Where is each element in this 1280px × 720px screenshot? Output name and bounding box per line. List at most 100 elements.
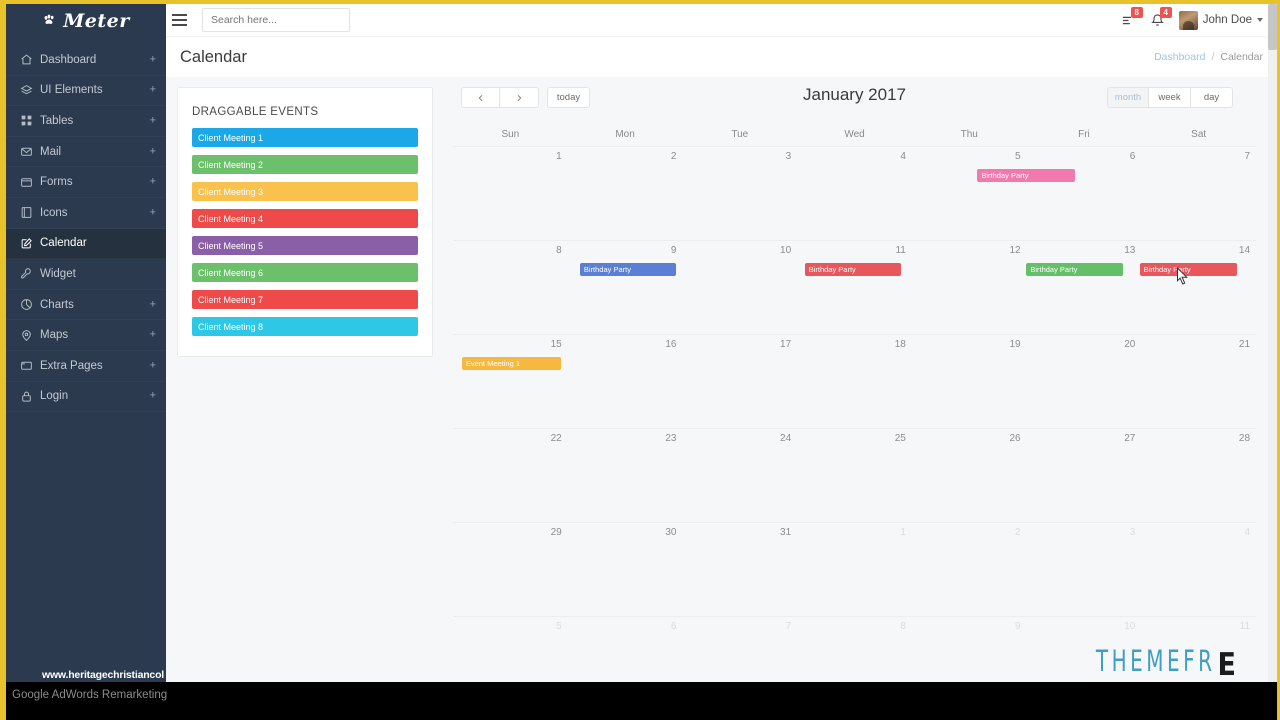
draggable-event[interactable]: Client Meeting 6 [192,263,418,282]
view-day-button[interactable]: day [1191,87,1233,108]
calendar-day-cell[interactable]: 17 [682,335,797,428]
expand-icon[interactable]: + [150,390,156,402]
sidebar-item-dashboard[interactable]: Dashboard + [6,45,166,76]
calendar-day-cell[interactable]: 7 [1141,147,1256,240]
user-menu[interactable]: John Doe [1178,10,1263,30]
calendar-day-cell[interactable]: 31 [682,523,797,616]
calendar-day-cell[interactable]: 15 [453,335,568,428]
draggable-event[interactable]: Client Meeting 3 [192,182,418,201]
calendar-day-cell[interactable]: 1 [453,147,568,240]
calendar-event[interactable]: Birthday Party [977,169,1075,182]
expand-icon[interactable]: + [150,54,156,65]
calendar-week-row: 22 23 24 25 26 27 28 [453,428,1256,522]
day-number: 7 [785,621,792,632]
calendar-day-cell[interactable]: 14 [1141,241,1256,334]
scrollbar-thumb[interactable] [1268,4,1277,50]
bell-icon[interactable]: 4 [1150,6,1172,28]
sidebar-item-extra-pages[interactable]: Extra Pages + [6,351,166,382]
calendar-event[interactable]: Birthday Party [804,263,902,276]
calendar-day-cell[interactable]: 28 [1141,429,1256,522]
home-icon [20,53,40,67]
calendar-day-cell[interactable]: 21 [1141,335,1256,428]
sidebar-item-icons[interactable]: Icons + [6,198,166,229]
calendar-day-cell[interactable]: 8 [453,241,568,334]
expand-icon[interactable]: + [150,299,156,310]
main-content: DRAGGABLE EVENTS Client Meeting 1 Client … [166,77,1277,686]
day-number: 21 [1238,339,1251,350]
notification-badge: 4 [1159,6,1172,18]
calendar-day-cell[interactable]: 20 [1027,335,1142,428]
draggable-event[interactable]: Client Meeting 5 [192,236,418,255]
folder-icon [20,359,40,373]
page-scrollbar[interactable] [1268,4,1277,686]
day-number: 22 [550,433,562,444]
chevron-down-icon[interactable] [1257,18,1263,22]
calendar-day-cell[interactable]: 2 [568,147,683,240]
calendar-day-cell[interactable]: 12 [912,241,1027,334]
calendar-day-cell[interactable]: 5 [912,147,1027,240]
calendar-day-cell[interactable]: 24 [682,429,797,522]
expand-icon[interactable]: + [150,360,156,371]
view-month-button[interactable]: month [1107,87,1149,108]
expand-icon[interactable]: + [150,146,156,157]
day-number: 25 [894,433,906,444]
sidebar-item-login[interactable]: Login + [6,382,166,413]
calendar-day-cell[interactable]: 29 [453,523,568,616]
draggable-event[interactable]: Client Meeting 8 [192,317,418,336]
sidebar-item-tables[interactable]: Tables + [6,106,166,137]
sidebar-item-forms[interactable]: Forms + [6,167,166,198]
calendar-day-cell[interactable]: 9 [568,241,683,334]
calendar-day-cell[interactable]: 10 [682,241,797,334]
calendar-day-cell[interactable]: 3 [682,147,797,240]
calendar-day-cell[interactable]: 30 [568,523,683,616]
calendar-day-cell[interactable]: 6 [1027,147,1142,240]
calendar-day-cell[interactable]: 22 [453,429,568,522]
weekday-header-row: Sun Mon Tue Wed Thu Fri Sat [453,124,1256,146]
calendar-day-cell[interactable]: 25 [797,429,912,522]
calendar-event[interactable]: Birthday Party [1139,263,1237,276]
draggable-event[interactable]: Client Meeting 7 [192,290,418,309]
hamburger-icon[interactable] [172,14,202,26]
calendar-event[interactable]: Birthday Party [579,263,677,276]
lock-icon [20,389,40,403]
calendar-day-cell[interactable]: 11 [797,241,912,334]
grid-icon [20,114,40,128]
expand-icon[interactable]: + [150,176,156,188]
calendar-day-cell[interactable]: 2 [912,523,1027,616]
expand-icon[interactable]: + [150,329,156,341]
draggable-event[interactable]: Client Meeting 4 [192,209,418,228]
breadcrumb-dashboard[interactable]: Dashboard [1154,51,1205,63]
calendar-day-cell[interactable]: 18 [797,335,912,428]
calendar-day-cell[interactable]: 27 [1027,429,1142,522]
calendar-day-cell[interactable]: 16 [568,335,683,428]
calendar-event[interactable]: Event Meeting 1 [461,357,562,370]
sidebar-item-calendar[interactable]: Calendar [6,228,166,260]
expand-icon[interactable]: + [150,84,156,96]
calendar-day-cell[interactable]: 19 [912,335,1027,428]
calendar-day-cell[interactable]: 13 [1027,241,1142,334]
calendar-day-cell[interactable]: 23 [568,429,683,522]
sidebar-item-maps[interactable]: Maps + [6,320,166,351]
calendar-day-cell[interactable]: 26 [912,429,1027,522]
sidebar-item-widget[interactable]: Widget [6,259,166,290]
sidebar-item-charts[interactable]: Charts + [6,290,166,321]
calendar-day-cell[interactable]: 3 [1027,523,1142,616]
expand-icon[interactable]: + [150,115,156,126]
brand-logo[interactable]: Meter [6,4,166,37]
calendar-day-cell[interactable]: 4 [797,147,912,240]
view-week-button[interactable]: week [1149,87,1191,108]
calendar-day-cell[interactable]: 1 [797,523,912,616]
pin-icon [20,328,40,342]
sidebar-item-mail[interactable]: Mail + [6,137,166,168]
calendar-day-cell[interactable]: 4 [1141,523,1256,616]
page-titlebar: Calendar Dashboard / Calendar [166,37,1277,77]
sidebar-item-ui-elements[interactable]: UI Elements + [6,76,166,107]
day-number: 11 [1239,621,1251,632]
search-input[interactable] [202,8,350,32]
calendar-event[interactable]: Birthday Party [1026,263,1124,276]
mail-icon[interactable]: 8 [1121,6,1143,28]
weekday-label: Wed [844,129,865,140]
draggable-event[interactable]: Client Meeting 2 [192,155,418,174]
draggable-event[interactable]: Client Meeting 1 [192,128,418,147]
expand-icon[interactable]: + [150,207,156,218]
